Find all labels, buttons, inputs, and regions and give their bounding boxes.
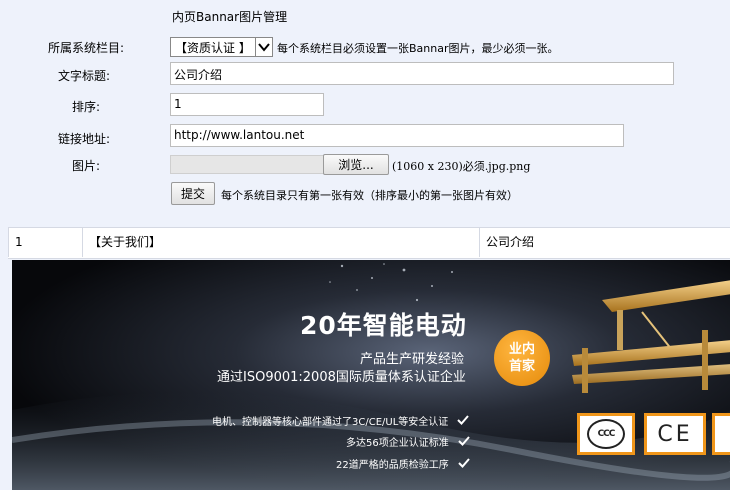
badge-first-in-industry: 业内首家	[494, 330, 550, 386]
row-category: 【关于我们】	[82, 228, 479, 257]
link-label: 链接地址:	[57, 132, 110, 146]
check-icon	[458, 436, 470, 446]
banner-line1: 产品生产研发经验	[360, 352, 465, 367]
order-input[interactable]: 1	[170, 93, 324, 116]
category-select-value: 【资质认证 】	[175, 40, 251, 55]
category-note: 每个系统栏目必须设置一张Bannar图片，最少必须一张。	[277, 42, 559, 55]
title-input[interactable]: 公司介绍	[170, 62, 674, 85]
order-label: 排序:	[71, 100, 100, 114]
link-input[interactable]: http://www.lantou.net	[170, 124, 624, 147]
ul-cert-badge	[712, 413, 730, 455]
feature-3: 22道严格的品质检验工序	[336, 456, 470, 471]
file-path-input[interactable]	[170, 155, 324, 174]
banner-headline: 20年智能电动	[300, 311, 467, 340]
feature-2: 多达56项企业认证标准	[346, 434, 470, 449]
check-icon	[457, 415, 470, 425]
submit-button[interactable]: 提交	[171, 182, 215, 205]
ccc-cert-badge: CCC	[577, 413, 635, 455]
row-title: 公司介绍	[479, 228, 730, 257]
badge-text: 业内首家	[508, 342, 535, 374]
ce-cert-text: CE	[657, 421, 693, 447]
banner-line2: 通过ISO9001:2008国际质量体系认证企业	[217, 370, 466, 385]
ccc-cert-text: CCC	[597, 429, 616, 439]
banner-preview-image: 20年智能电动 产品生产研发经验 通过ISO9001:2008国际质量体系认证企…	[12, 260, 730, 490]
table-row[interactable]: 1 【关于我们】 公司介绍	[8, 227, 730, 259]
feature-1: 电机、控制器等核心部件通过了3C/CE/UL等安全认证	[212, 413, 470, 428]
browse-button[interactable]: 浏览...	[323, 154, 389, 175]
row-order: 1	[8, 228, 82, 257]
ce-cert-badge: CE	[644, 413, 706, 455]
image-note: (1060 x 230)必须.jpg.png	[392, 160, 531, 173]
image-label: 图片:	[71, 159, 100, 173]
category-select[interactable]: 【资质认证 】	[170, 37, 273, 57]
chevron-down-icon[interactable]	[254, 38, 272, 56]
submit-note: 每个系统目录只有第一张有效（排序最小的第一张图片有效）	[221, 189, 518, 202]
page-title: 内页Bannar图片管理	[172, 10, 288, 24]
check-icon	[458, 458, 470, 468]
title-label: 文字标题:	[57, 69, 110, 83]
category-label: 所属系统栏目:	[47, 41, 124, 55]
